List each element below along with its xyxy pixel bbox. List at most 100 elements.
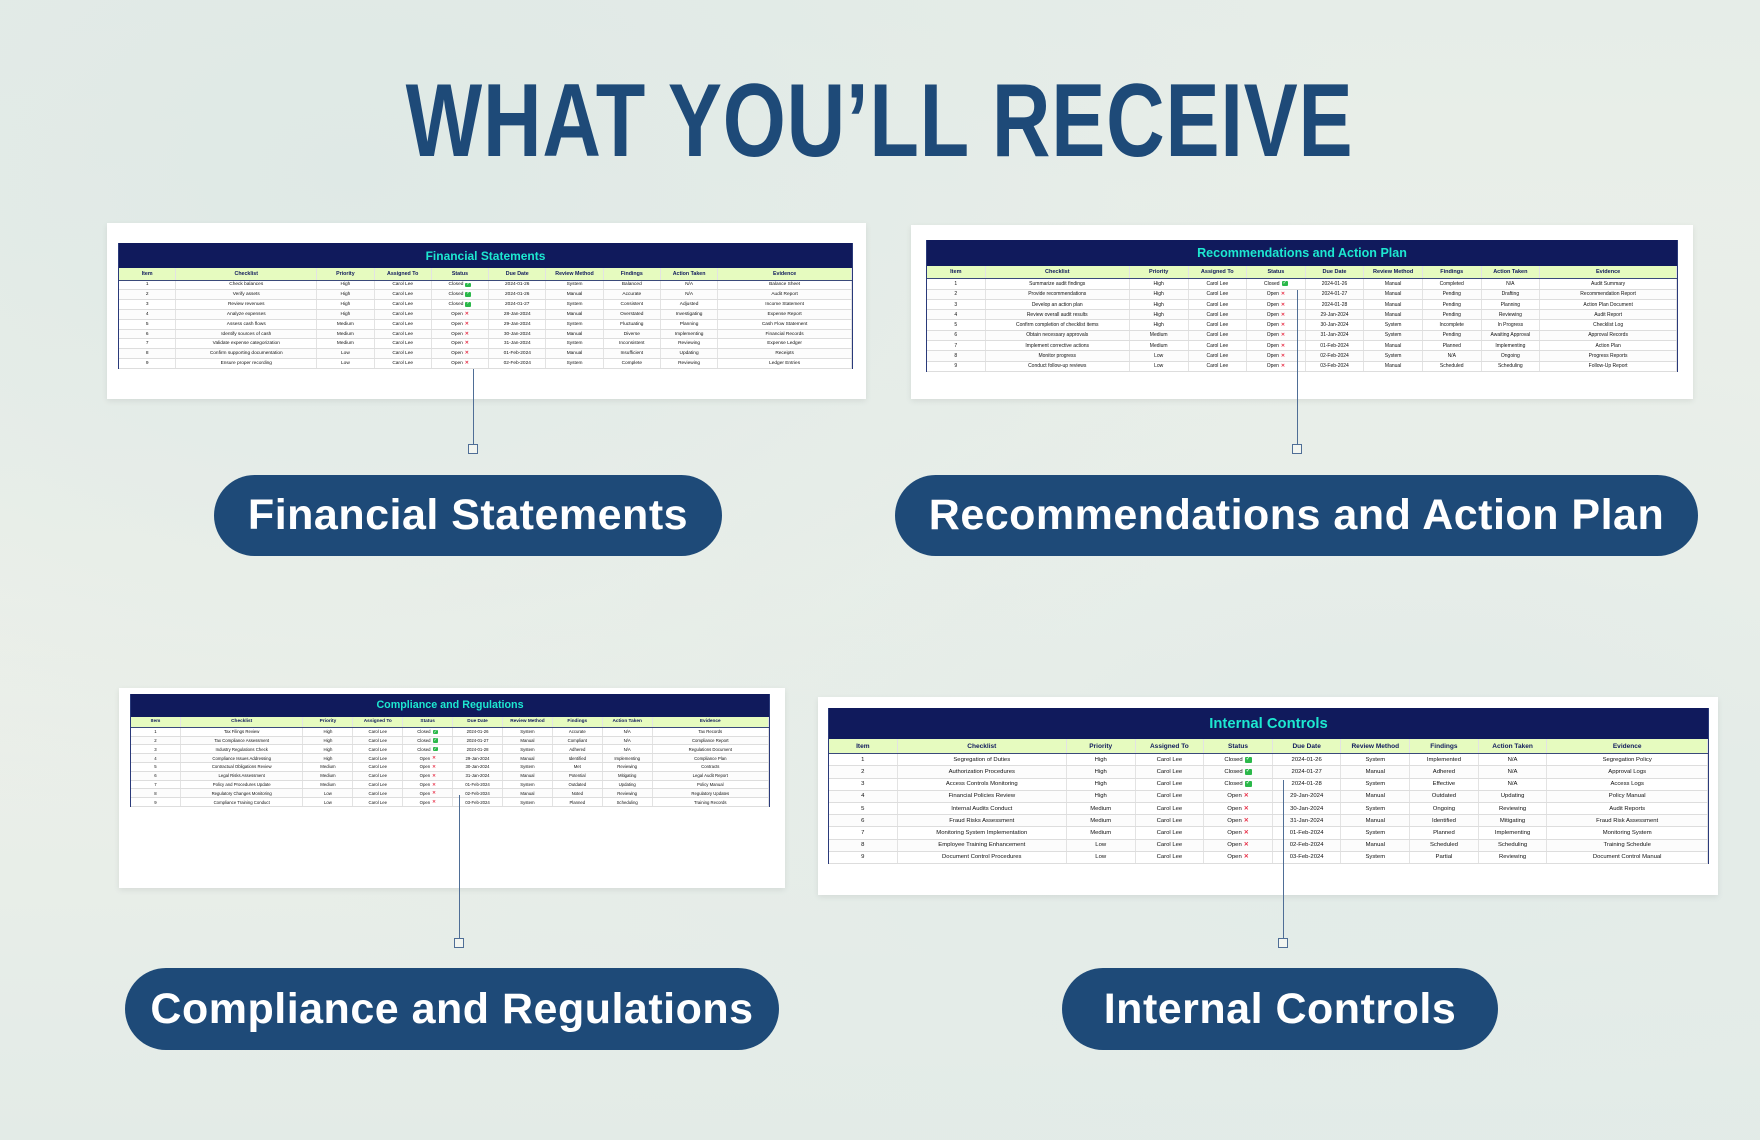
table-cell: Noted — [553, 789, 603, 798]
cell-text: Expense Ledger — [767, 341, 802, 347]
table-cell: Carol Lee — [375, 329, 432, 339]
table-cell: High — [317, 280, 375, 290]
table-row: 9 Compliance Training Conduct Low Carol Lee… — [131, 798, 769, 808]
cell-text: System — [1365, 854, 1386, 861]
table-cell: Audit Report — [1540, 310, 1678, 320]
cell-text: Carol Lee — [368, 790, 388, 796]
table-cell: Mitigating — [1479, 815, 1548, 827]
table-cell: 8 — [131, 789, 181, 798]
cell-text: Review revenues — [227, 302, 265, 308]
cell-text: High — [340, 311, 351, 317]
table-cell: Closed ✓ — [1204, 766, 1273, 778]
cell-text: High — [1153, 291, 1164, 298]
cell-text: Audit Report — [1594, 311, 1622, 318]
table-cell: Planned — [1410, 827, 1479, 839]
table-cell: Partial — [1410, 851, 1479, 864]
table-cell: 02-Feb-2024 — [489, 359, 547, 368]
table-cell: Low — [1067, 839, 1136, 851]
table-cell: Met — [553, 763, 603, 771]
cell-text: Manual — [520, 773, 535, 779]
table-cell: High — [303, 754, 354, 762]
table-cell: Policy and Procedures Update — [181, 780, 304, 789]
table-cell: Drafting — [1482, 289, 1541, 299]
cell-text: 30-Jan-2024 — [1290, 805, 1324, 812]
cell-text: Open — [451, 331, 463, 337]
table-cell: 5 — [829, 803, 898, 815]
table-row: 9 Ensure proper recording Low Carol Lee Open… — [119, 359, 852, 369]
table-cell: System — [546, 319, 604, 329]
cell-text: 2024-01-28 — [1291, 781, 1322, 788]
section-label-pill: Financial Statements — [214, 475, 722, 556]
cell-text: 28-Jan-2024 — [503, 311, 531, 317]
table-cell: Manual — [1341, 790, 1411, 803]
cell-text: 5 — [154, 764, 157, 770]
x-mark-icon: ✕ — [432, 799, 436, 805]
cell-text: Open — [419, 782, 431, 788]
column-header: Review Method — [1364, 266, 1423, 279]
x-mark-icon: ✕ — [464, 351, 469, 357]
cell-text: Ongoing — [1432, 805, 1456, 812]
table-row: 3 Develop an action plan High Carol Lee Open… — [927, 299, 1678, 311]
table-cell: Manual — [1341, 815, 1411, 827]
table-cell: High — [317, 310, 375, 319]
table-cell: Carol Lee — [353, 789, 404, 798]
cell-text: Open — [451, 341, 463, 347]
table-row: 2 Tax Compliance Assessment High Carol Lee C… — [131, 736, 769, 746]
cell-text: 3 — [154, 746, 157, 752]
cell-text: 6 — [154, 773, 157, 779]
table-row: 7 Implement corrective actions Medium Carol… — [927, 341, 1678, 352]
cell-text: Legal Risks Assessment — [218, 773, 265, 779]
cell-text: Drafting — [1501, 291, 1520, 298]
table-cell: Ledger Entries — [718, 359, 852, 368]
cell-text: Conduct follow-up reviews — [1028, 363, 1087, 370]
cell-text: N/A — [1507, 769, 1518, 776]
table-row: 4 Financial Policies Review High Carol Lee O… — [829, 790, 1708, 804]
cell-text: 7 — [954, 342, 958, 349]
cell-text: 1 — [954, 280, 958, 287]
cell-text: 2024-01-26 — [1291, 756, 1322, 763]
table-cell: High — [1130, 310, 1189, 320]
cell-text: Regulations Document — [688, 746, 732, 752]
check-box-icon: ✓ — [465, 291, 472, 298]
cell-text: Medium — [320, 782, 336, 788]
cell-text: 01-Feb-2024 — [1320, 342, 1349, 349]
cell-text: 4 — [954, 311, 958, 318]
cell-text: Confirm supporting documentation — [209, 351, 283, 357]
table-cell: Carol Lee — [1136, 754, 1205, 766]
cell-text: Accurate — [622, 292, 642, 298]
table-row: 6 Identify sources of cash Medium Carol Lee… — [119, 329, 852, 340]
column-header: Checklist — [986, 266, 1130, 279]
cell-text: Low — [323, 799, 332, 805]
x-mark-icon: ✕ — [1280, 322, 1286, 329]
cell-text: In Progress — [1497, 322, 1524, 329]
cell-text: Carol Lee — [392, 331, 413, 337]
table-cell: Closed ✓ — [1247, 279, 1306, 289]
table-cell: Carol Lee — [1136, 815, 1205, 827]
cell-text: Overstated — [620, 311, 644, 317]
table-cell: Closed ✓ — [403, 745, 454, 754]
connector-node — [1278, 938, 1288, 948]
table-cell: N/A — [1423, 351, 1482, 361]
cell-text: Reviewing — [1498, 805, 1527, 812]
table-cell: Planned — [553, 798, 603, 807]
cell-text: Carol Lee — [368, 755, 388, 761]
cell-text: Training Schedule — [1603, 842, 1651, 849]
table-cell: Low — [303, 798, 354, 807]
column-header: Action Taken — [1482, 266, 1541, 279]
cell-text: 30-Jan-2024 — [1320, 322, 1349, 329]
section-label-pill: Internal Controls — [1062, 968, 1498, 1050]
table-cell: Balanced — [604, 280, 661, 290]
column-header: Checklist — [181, 716, 304, 727]
table-cell: Carol Lee — [375, 290, 432, 300]
cell-text: Medium — [320, 773, 336, 779]
cell-text: System — [520, 799, 535, 805]
table-cell: Regulatory Updates — [653, 789, 769, 798]
table-cell: N/A — [603, 727, 653, 736]
cell-text: Open — [1227, 842, 1242, 849]
table-cell: Reviewing — [661, 359, 719, 368]
column-header: Status — [432, 268, 490, 280]
cell-text: Low — [323, 790, 332, 796]
table-cell: Open ✕ — [403, 780, 454, 789]
cell-text: Manual — [520, 755, 535, 761]
cell-text: High — [340, 292, 351, 298]
